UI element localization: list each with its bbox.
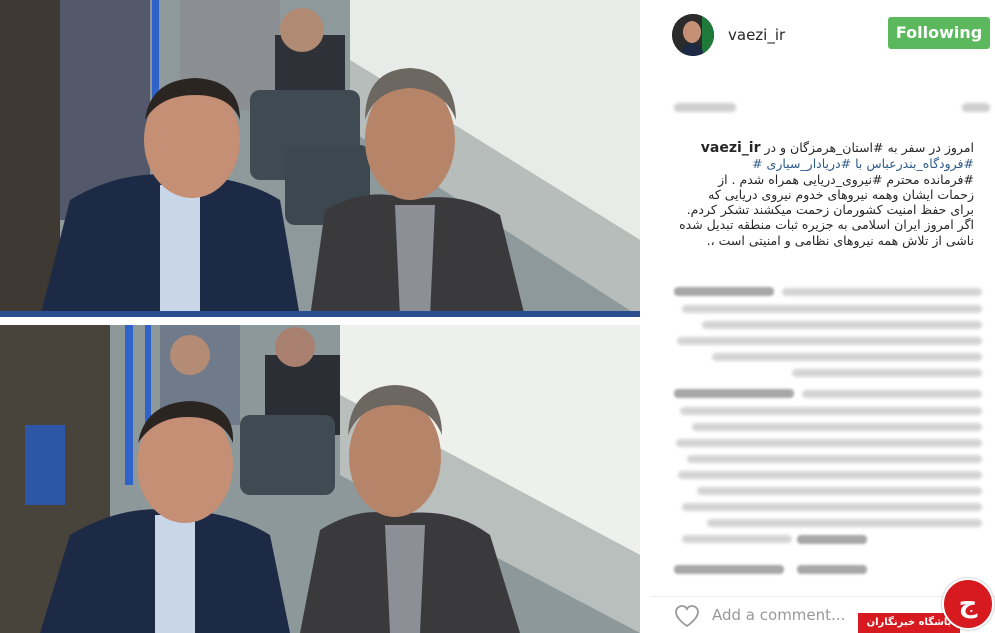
caption-username[interactable]: vaezi_ir (701, 140, 761, 156)
blurred-comment-line (676, 439, 982, 447)
blurred-comment-line (697, 487, 982, 495)
blurred-comment-name (674, 287, 774, 296)
blurred-comment-name (797, 535, 867, 544)
blurred-comment-line (682, 535, 792, 543)
post-meta-blurred (672, 98, 990, 118)
bus-interior-photo-bottom (0, 325, 640, 633)
caption-line-1-text: امروز در سفر به #استان_هرمزگان و در (764, 140, 974, 155)
watermark-logo-icon: ج (942, 578, 994, 630)
caption-line-5: برای حفظ امنیت کشورمان زحمت میکشند تشکر … (686, 202, 974, 218)
blurred-comment-name (797, 565, 867, 574)
comments-blurred (672, 285, 990, 585)
blurred-comment-line (682, 305, 982, 313)
post-photo-top[interactable] (0, 0, 640, 317)
post-header: vaezi_ir Following (672, 14, 992, 58)
avatar[interactable] (672, 14, 714, 56)
blurred-comment-line (792, 369, 982, 377)
blurred-comment-line (802, 390, 982, 398)
post-photo-bottom[interactable] (0, 325, 640, 633)
caption-line-2: #فرودگاه_بندرعباس با #دریادار_سیاری # (752, 156, 974, 172)
blurred-comment-name (674, 565, 784, 574)
caption-line-1: امروز در سفر به #استان_هرمزگان و در vaez… (672, 140, 974, 156)
blurred-comment-line (712, 353, 982, 361)
blurred-comment-line (677, 337, 982, 345)
caption-line-7: ناشی از تلاش همه نیروهای نظامی و امنیتی … (706, 232, 974, 248)
username-link[interactable]: vaezi_ir (728, 26, 785, 44)
caption-line-6: اگر امروز ایران اسلامی به جزیره ثبات منط… (679, 217, 974, 233)
blurred-comment-name (674, 389, 794, 398)
post-caption: امروز در سفر به #استان_هرمزگان و در vaez… (672, 140, 974, 248)
blurred-comment-line (680, 407, 982, 415)
following-button[interactable]: Following (888, 17, 990, 49)
watermark-logo-glyph: ج (958, 589, 978, 619)
blurred-comment-line (692, 423, 982, 431)
blurred-comment-line (687, 455, 982, 463)
bus-interior-photo-top (0, 0, 640, 317)
photo-collage (0, 0, 646, 633)
blurred-comment-line (782, 288, 982, 296)
blurred-comment-line (682, 503, 982, 511)
heart-icon[interactable] (674, 604, 700, 628)
blurred-time (962, 103, 990, 112)
caption-line-4: زحمات ایشان وهمه نیروهای خدوم نیروی دریا… (708, 186, 974, 202)
blurred-comment-line (678, 471, 982, 479)
caption-line-3: #فرمانده محترم #نیروی_دریایی همراه شدم .… (718, 171, 974, 187)
watermark-badge: باشگاه خبرنگاران ج (858, 578, 995, 633)
add-comment-input[interactable]: Add a comment... (712, 606, 845, 624)
blurred-comment-line (707, 519, 982, 527)
blurred-comment-line (702, 321, 982, 329)
avatar-image (672, 14, 714, 56)
blurred-likes (674, 103, 736, 112)
